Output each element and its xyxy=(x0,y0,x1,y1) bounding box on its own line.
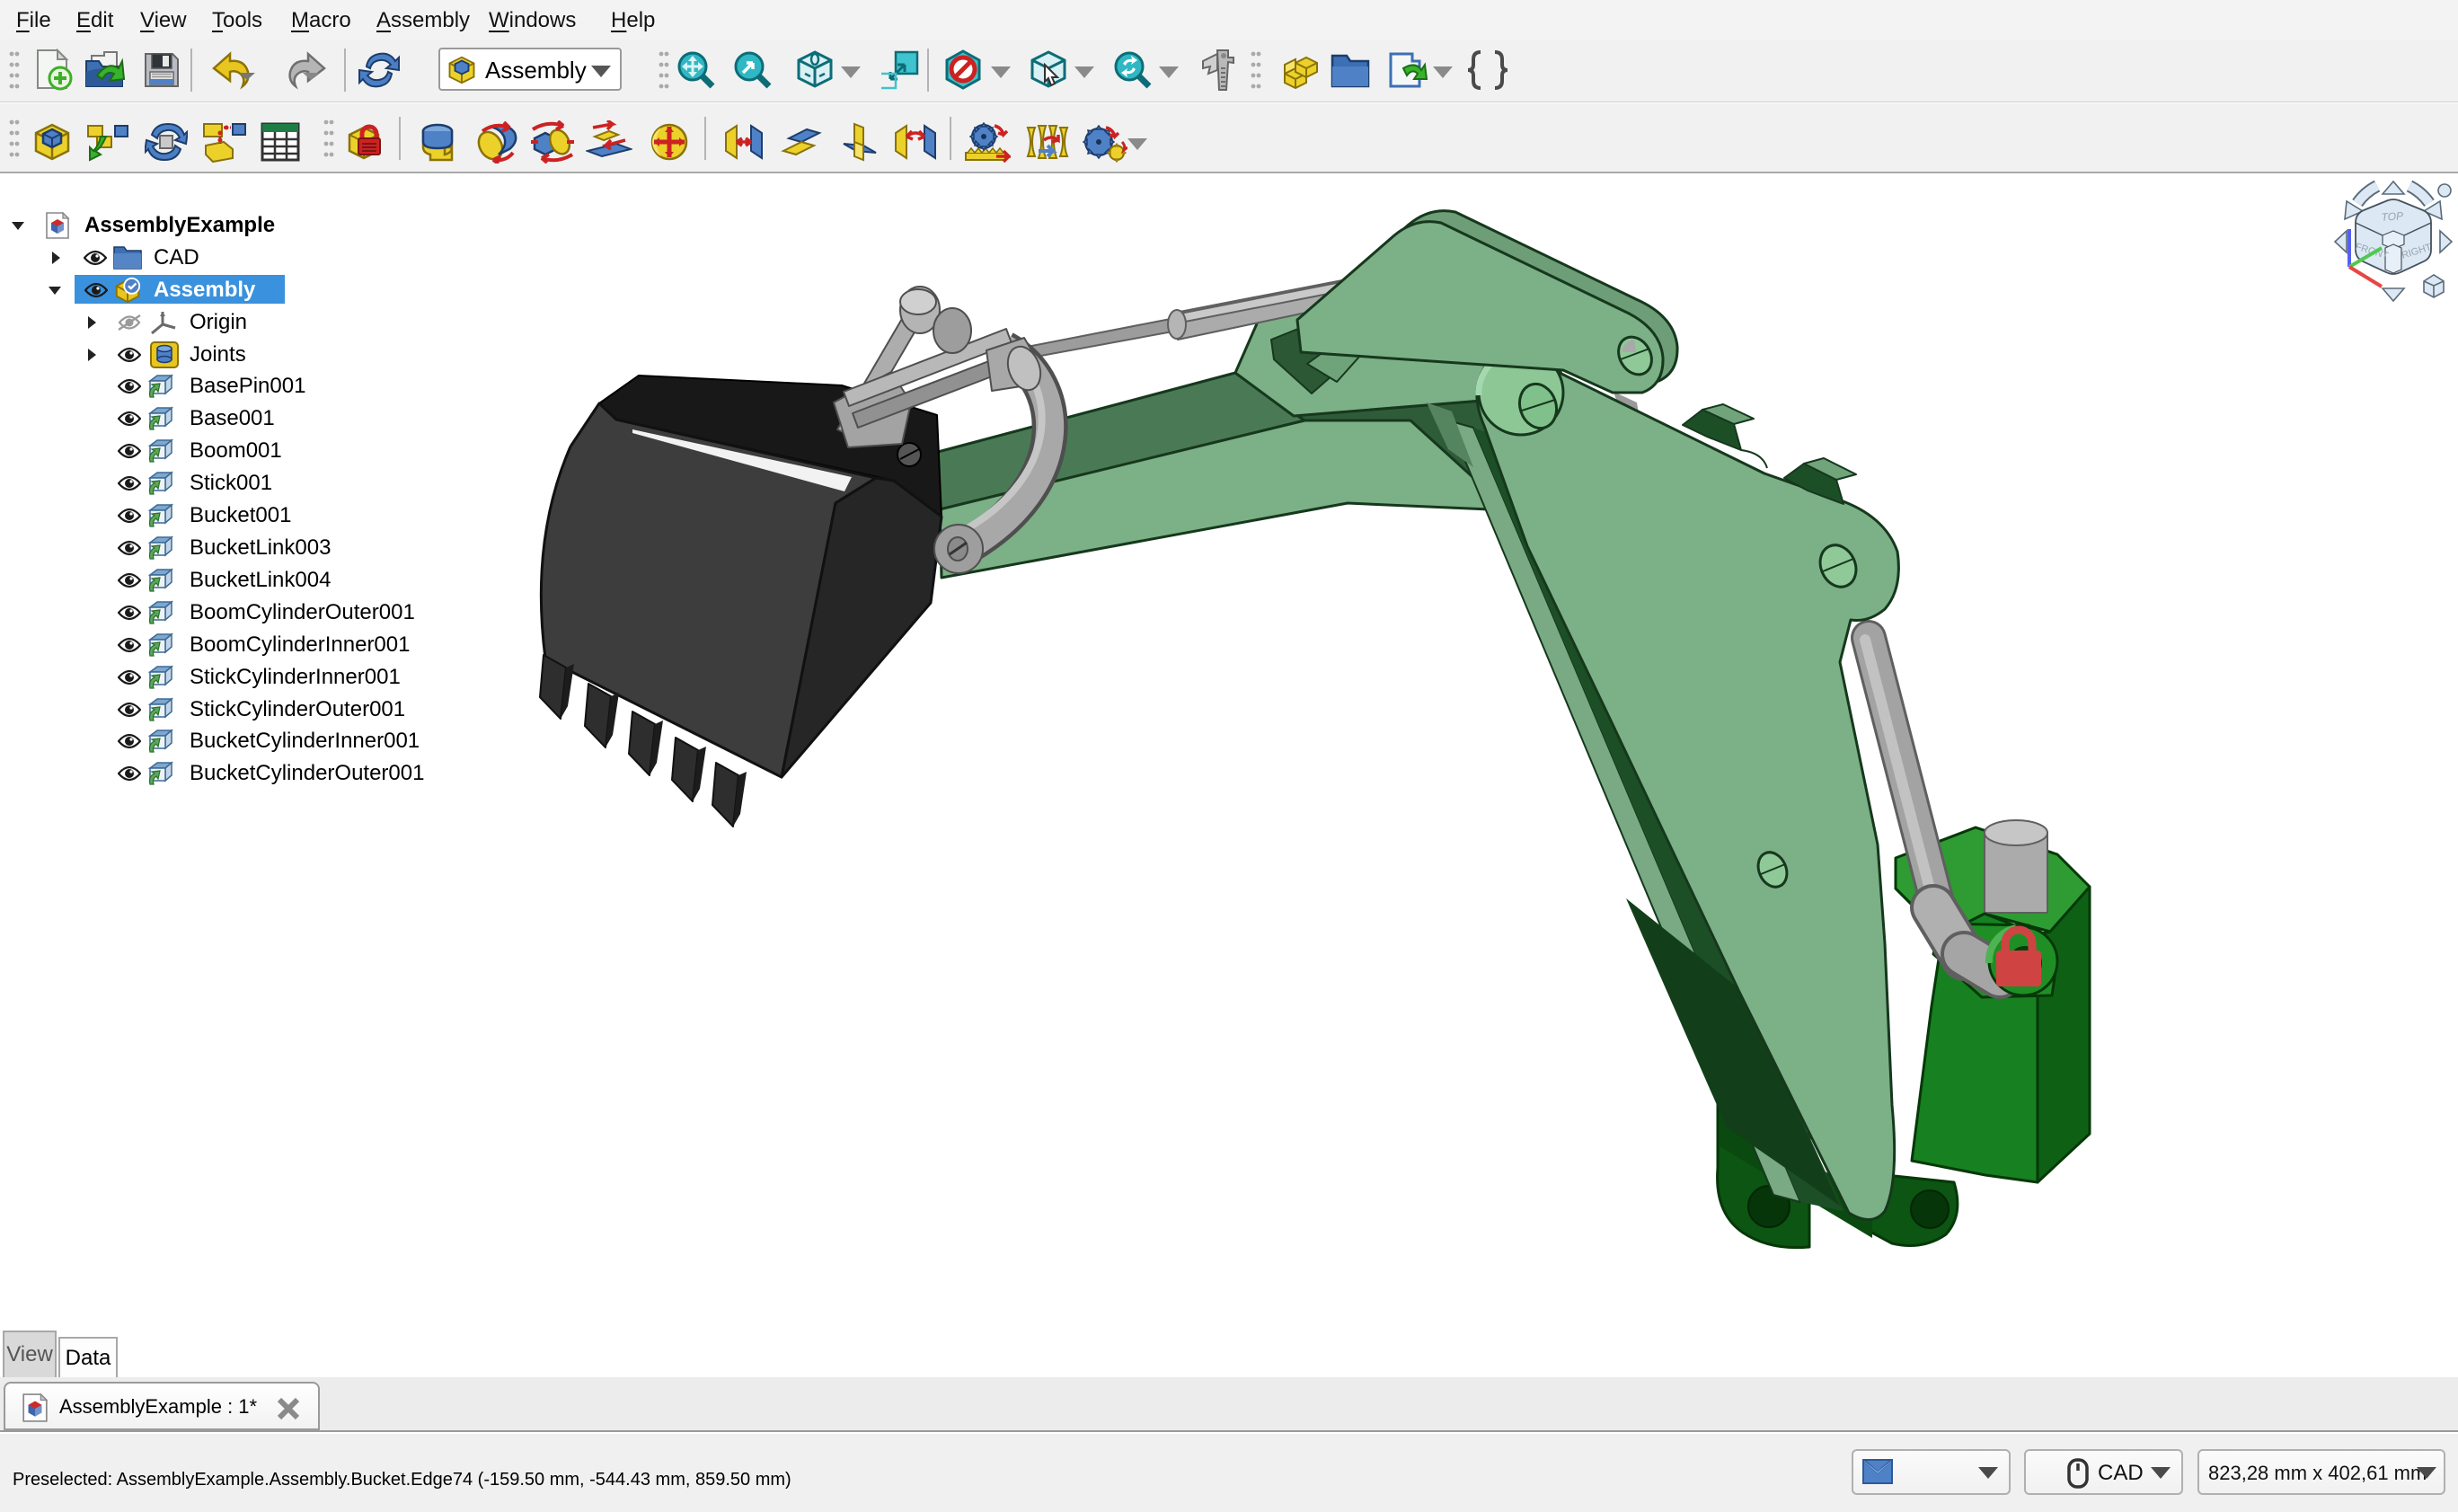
svg-text:TOP: TOP xyxy=(2381,209,2403,224)
